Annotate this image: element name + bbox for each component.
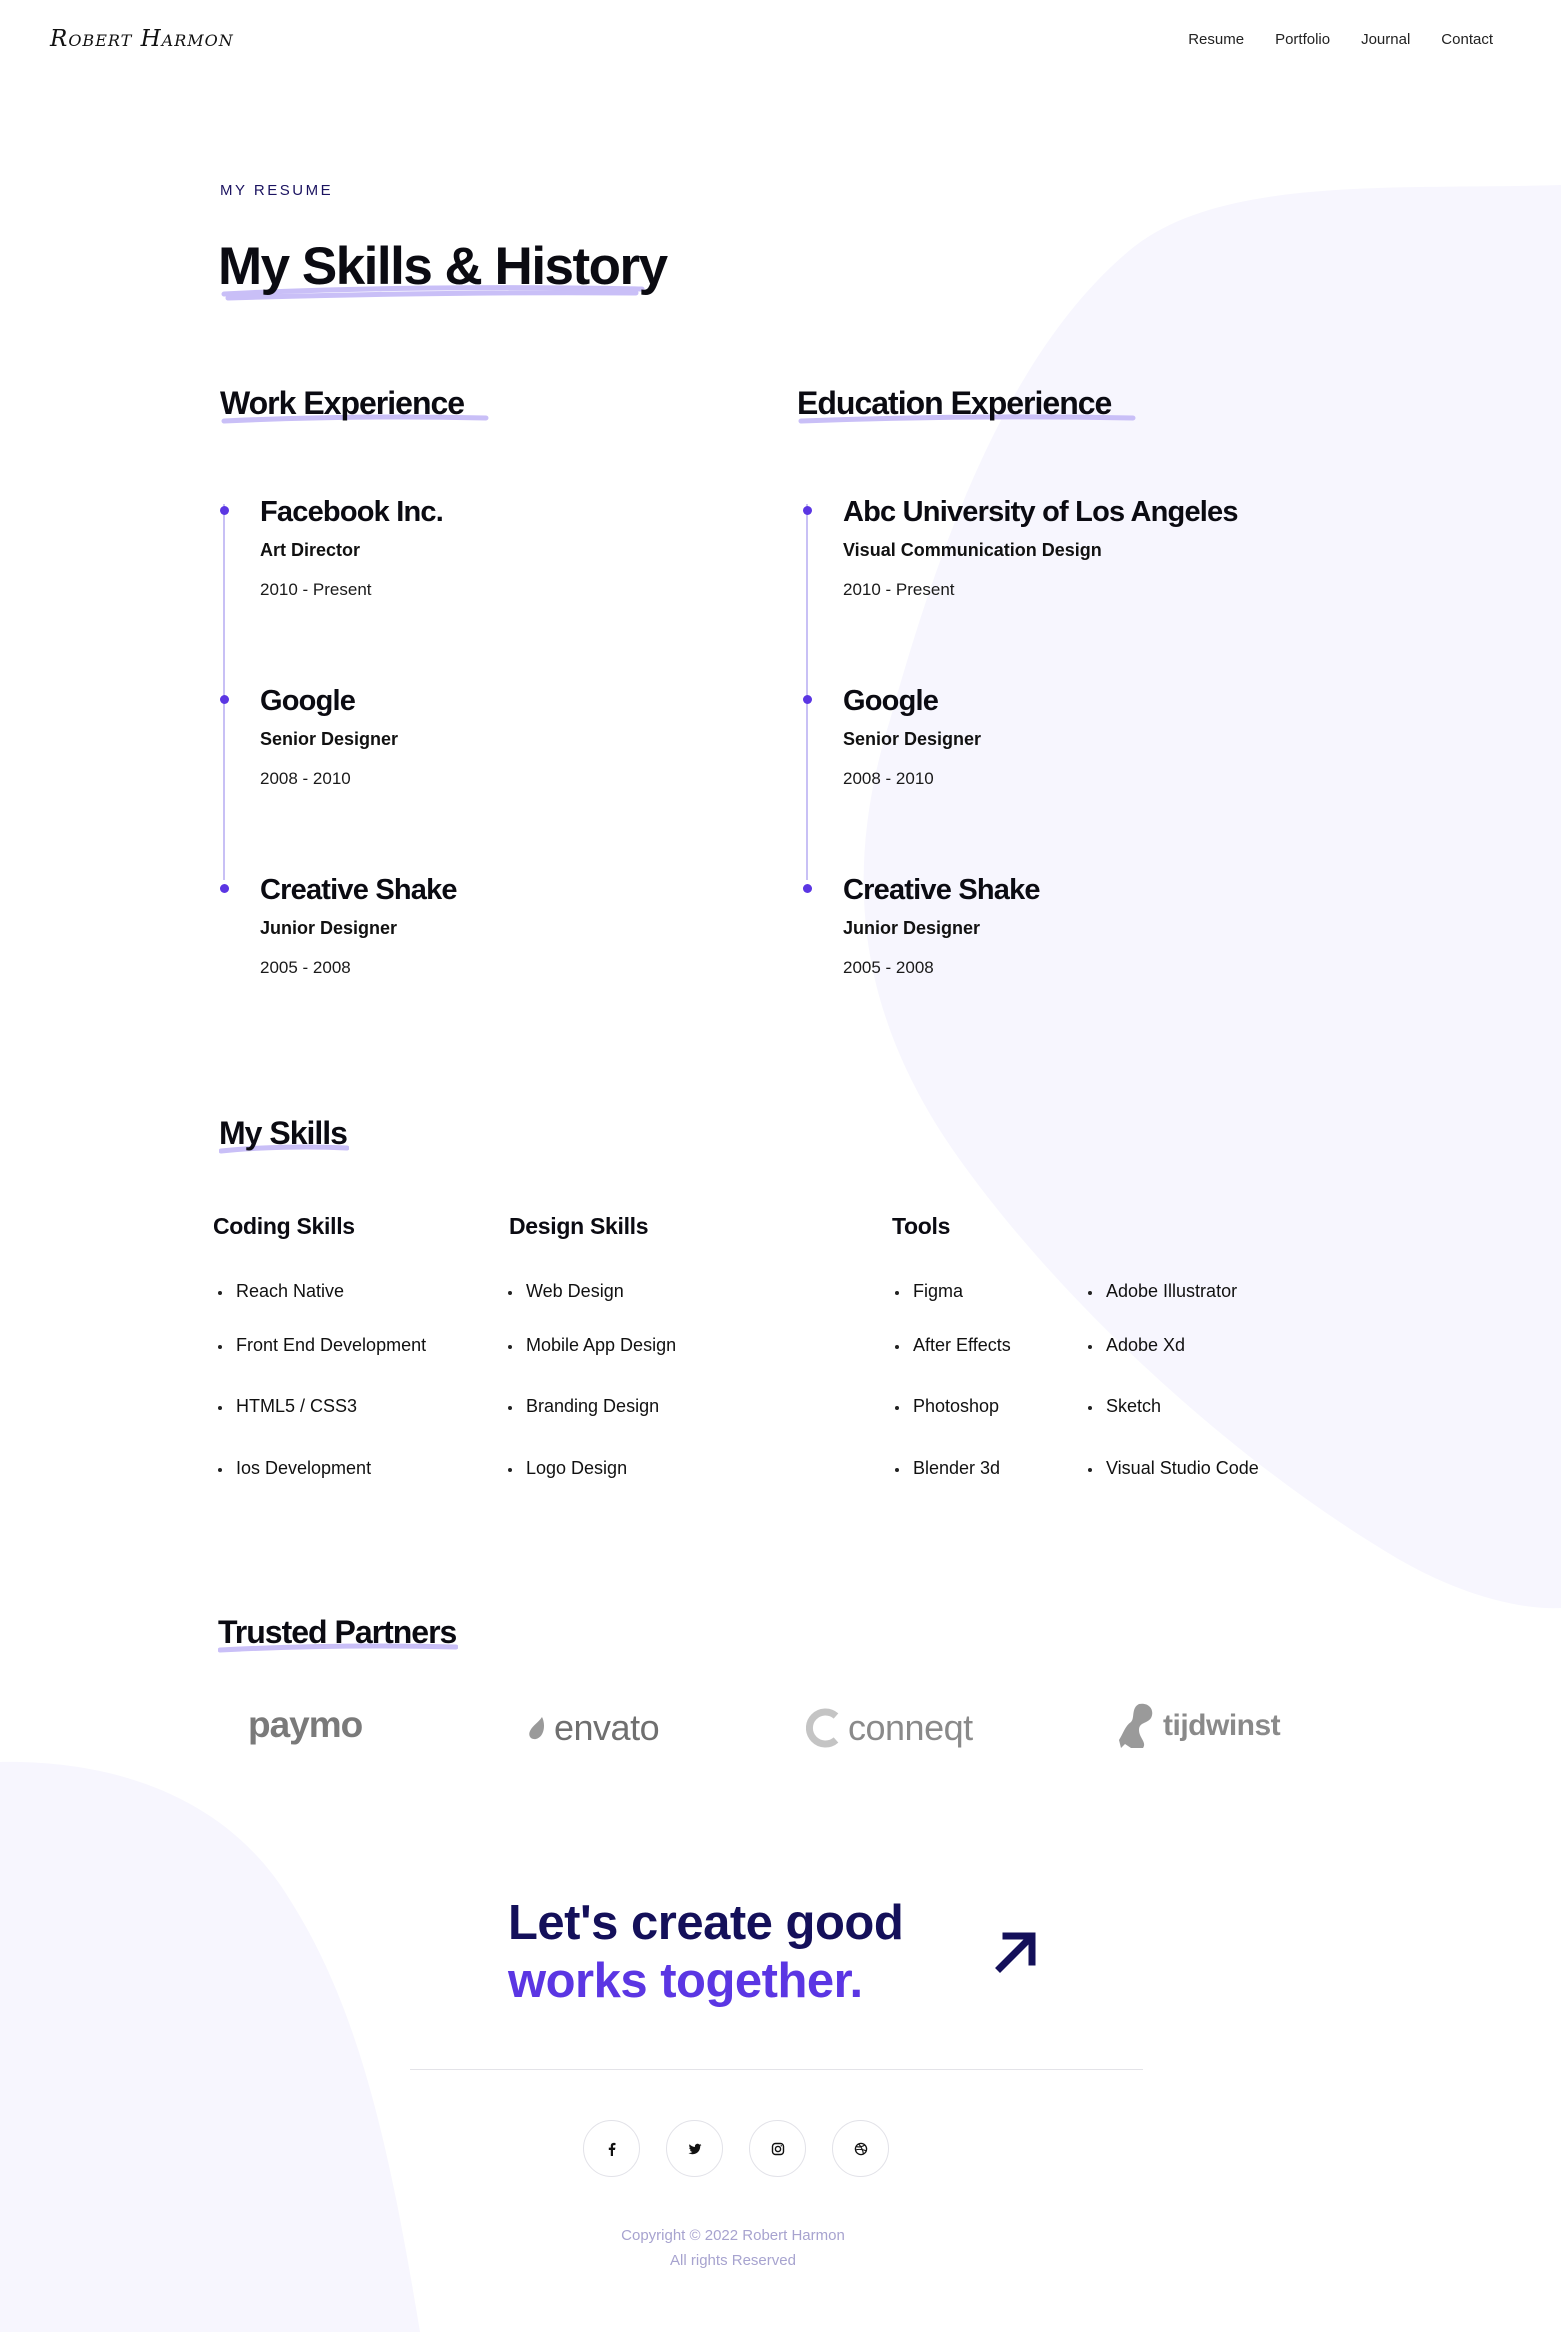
education-title-wrap: Education Experience: [797, 385, 1136, 424]
skills-title-wrap: My Skills: [219, 1115, 349, 1154]
skill-item: Logo Design: [504, 1458, 627, 1479]
twitter-button[interactable]: [666, 2120, 723, 2177]
page-title-wrap: My Skills & History: [218, 236, 668, 301]
envato-leaf-icon: [529, 1717, 544, 1740]
education-org: Google: [843, 685, 939, 717]
work-years: 2008 - 2010: [260, 769, 351, 788]
skill-item: Visual Studio Code: [1084, 1458, 1259, 1479]
site-header: Robert Harmon Resume Portfolio Journal C…: [0, 0, 1561, 86]
timeline-dot: [803, 884, 812, 893]
skill-item: Sketch: [1084, 1396, 1161, 1417]
education-years: 2008 - 2010: [843, 769, 934, 788]
nav-contact[interactable]: Contact: [1441, 31, 1493, 48]
nav-portfolio[interactable]: Portfolio: [1275, 31, 1330, 48]
skill-item: Front End Development: [214, 1335, 426, 1356]
work-title: Work Experience: [220, 385, 465, 421]
copyright-text: Copyright © 2022 Robert Harmon: [621, 2227, 845, 2244]
partner-logo-envato[interactable]: envato: [526, 1707, 660, 1749]
social-links: [583, 2120, 889, 2177]
rights-text: All rights Reserved: [670, 2252, 796, 2269]
skill-item: Adobe Illustrator: [1084, 1281, 1237, 1302]
timeline-dot: [220, 884, 229, 893]
skill-item: Blender 3d: [891, 1458, 1000, 1479]
skill-item: Web Design: [504, 1281, 624, 1302]
skills-title: My Skills: [219, 1115, 348, 1151]
twitter-icon: [688, 2143, 701, 2154]
instagram-icon: [771, 2142, 784, 2155]
timeline-dot: [220, 506, 229, 515]
tijdwinst-wordmark: tijdwinst: [1163, 1709, 1281, 1742]
skill-item: Mobile App Design: [504, 1335, 676, 1356]
education-years: 2010 - Present: [843, 580, 955, 599]
education-org: Creative Shake: [843, 874, 1041, 906]
nav-journal[interactable]: Journal: [1361, 31, 1410, 48]
partner-logo-tijdwinst[interactable]: tijdwinst: [1117, 1700, 1281, 1752]
work-org: Facebook Inc.: [260, 496, 444, 528]
tijdwinst-squirrel-icon: [1119, 1703, 1153, 1748]
conneqt-wordmark: conneqt: [848, 1707, 973, 1748]
nav-resume[interactable]: Resume: [1188, 31, 1244, 48]
education-role: Senior Designer: [843, 729, 982, 749]
skill-item: After Effects: [891, 1335, 1011, 1356]
education-years: 2005 - 2008: [843, 958, 934, 977]
cta-line-2: works together.: [508, 1954, 863, 2008]
skill-item: Figma: [891, 1281, 963, 1302]
work-org: Google: [260, 685, 356, 717]
facebook-icon: [608, 2142, 615, 2156]
education-title: Education Experience: [797, 385, 1112, 421]
timeline-dot: [220, 695, 229, 704]
skill-item: Branding Design: [504, 1396, 659, 1417]
arrow-up-right-icon[interactable]: [992, 1926, 1040, 1974]
partners-title-wrap: Trusted Partners: [218, 1614, 458, 1653]
partners-title: Trusted Partners: [218, 1614, 457, 1650]
education-role: Junior Designer: [843, 918, 981, 938]
work-years: 2010 - Present: [260, 580, 372, 599]
timeline-dot: [803, 506, 812, 515]
facebook-button[interactable]: [583, 2120, 640, 2177]
skill-item: HTML5 / CSS3: [214, 1396, 357, 1417]
main-nav: Resume Portfolio Journal Contact: [1188, 31, 1493, 48]
education-org: Abc University of Los Angeles: [843, 496, 1239, 528]
dribbble-button[interactable]: [832, 2120, 889, 2177]
cta-line-1: Let's create good: [508, 1896, 904, 1950]
dribbble-icon: [854, 2142, 867, 2155]
cta-heading: Let's create good works together.: [508, 1894, 904, 2010]
skill-item: Photoshop: [891, 1396, 999, 1417]
coding-skills-title: Coding Skills: [213, 1213, 355, 1239]
envato-wordmark: envato: [554, 1707, 660, 1748]
paymo-wordmark: paymo: [248, 1704, 363, 1745]
skill-item: Reach Native: [214, 1281, 344, 1302]
site-logo[interactable]: Robert Harmon: [50, 26, 234, 52]
instagram-button[interactable]: [749, 2120, 806, 2177]
work-role: Senior Designer: [260, 729, 399, 749]
partner-logo-paymo[interactable]: paymo: [248, 1704, 363, 1746]
timeline-dot: [803, 695, 812, 704]
timeline-line: [806, 504, 808, 880]
resume-content: MY RESUME My Skills & History Work Exper…: [0, 0, 1561, 2332]
skill-item: Adobe Xd: [1084, 1335, 1185, 1356]
partner-logo-conneqt[interactable]: conneqt: [806, 1707, 973, 1749]
section-eyebrow: MY RESUME: [220, 182, 334, 199]
work-org: Creative Shake: [260, 874, 458, 906]
work-years: 2005 - 2008: [260, 958, 351, 977]
page-title: My Skills & History: [218, 237, 668, 296]
tools-title: Tools: [892, 1213, 951, 1239]
skill-item: Ios Development: [214, 1458, 371, 1479]
education-role: Visual Communication Design: [843, 540, 1102, 560]
footer-divider: [410, 2069, 1143, 2070]
work-title-wrap: Work Experience: [220, 385, 489, 424]
design-skills-title: Design Skills: [509, 1213, 649, 1239]
timeline-line: [223, 504, 225, 880]
work-role: Art Director: [260, 540, 361, 560]
conneqt-c-icon: [806, 1708, 839, 1748]
work-role: Junior Designer: [260, 918, 398, 938]
